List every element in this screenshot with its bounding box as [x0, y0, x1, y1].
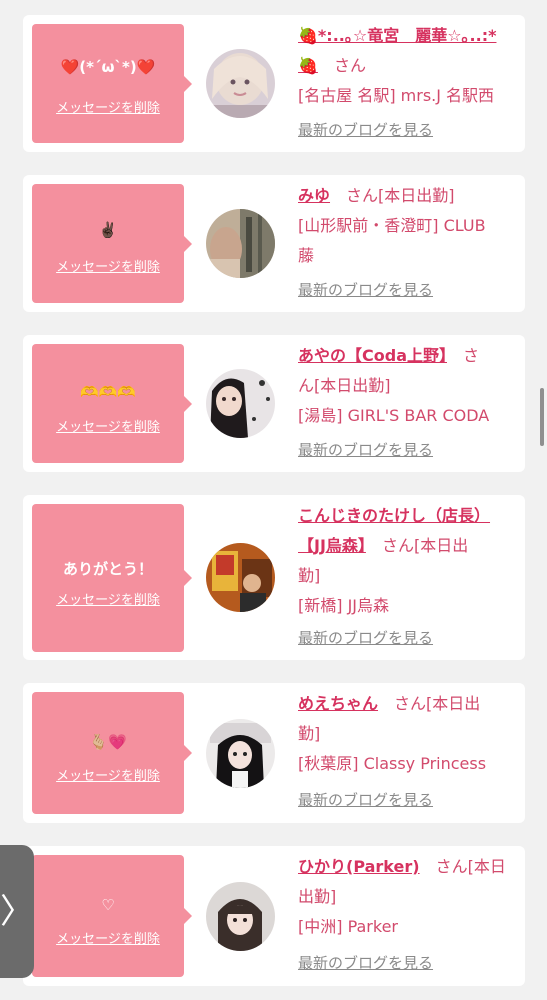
- member-name-cont[interactable]: 【JJ烏森】: [298, 536, 366, 555]
- avatar-image: [206, 719, 275, 788]
- member-info: みゆ さん[本日出勤] [山形駅前・香澄町] CLUB 藤: [298, 181, 520, 271]
- honorific: さん: [346, 186, 379, 205]
- delete-message-link[interactable]: メッセージを削除: [32, 592, 184, 610]
- shop-label: [山形駅前・香澄町] CLUB: [298, 216, 486, 235]
- member-name[interactable]: あやの【Coda上野】: [298, 346, 447, 365]
- member-name[interactable]: こんじきのたけし（店長）: [298, 506, 490, 525]
- delete-message-link[interactable]: メッセージを削除: [32, 768, 184, 786]
- shop-label: [中洲] Parker: [298, 917, 399, 936]
- attendance-status-cont: 出勤]: [298, 887, 337, 906]
- attendance-status: [本日: [467, 857, 506, 876]
- attendance-status: [本日出勤]: [314, 376, 391, 395]
- avatar[interactable]: [206, 882, 275, 951]
- latest-blog-link[interactable]: 最新のブログを見る: [298, 952, 433, 973]
- honorific: さん: [333, 56, 366, 75]
- latest-blog-link[interactable]: 最新のブログを見る: [298, 279, 433, 300]
- message-bubble: ♡ メッセージを削除: [32, 855, 192, 977]
- avatar[interactable]: [206, 719, 275, 788]
- list-item: 🫶🫶🫶 メッセージを削除 あやの【Coda上野】 さ ん[本日出勤] [湯島] …: [23, 335, 525, 472]
- delete-message-link[interactable]: メッセージを削除: [32, 259, 184, 277]
- list-item: ♡ メッセージを削除 ひかり(Parker) さん[本日 出勤] [中洲] Pa…: [23, 846, 525, 986]
- member-name[interactable]: みゆ: [298, 186, 330, 205]
- message-text: ありがとう！: [62, 560, 153, 578]
- avatar[interactable]: [206, 209, 275, 278]
- delete-message-link[interactable]: メッセージを削除: [32, 931, 184, 949]
- message-bubble: 🫶🫶🫶 メッセージを削除: [32, 344, 192, 463]
- avatar-image: [206, 49, 275, 118]
- list-item: ✌🏿 メッセージを削除 みゆ さん[本日出勤] [山形駅前・香澄町] CLUB …: [23, 175, 525, 312]
- honorific: さん: [435, 857, 468, 876]
- shop-label: [湯島] GIRL'S BAR CODA: [298, 406, 490, 425]
- attendance-status: [本日出: [413, 536, 469, 555]
- member-info: こんじきのたけし（店長） 【JJ烏森】 さん[本日出 勤] [新橋] JJ烏森: [298, 501, 520, 621]
- honorific: さん: [381, 536, 414, 555]
- member-info: めえちゃん さん[本日出 勤] [秋葉原] Classy Princess: [298, 689, 520, 779]
- member-name[interactable]: 🍓*:..｡☆竜宮 麗華☆｡..:*: [298, 26, 496, 45]
- message-bubble: 🫰🏼💗 メッセージを削除: [32, 692, 192, 814]
- latest-blog-link[interactable]: 最新のブログを見る: [298, 789, 433, 810]
- member-name-cont[interactable]: 🍓: [298, 56, 318, 75]
- message-text: ✌🏿: [98, 221, 118, 239]
- honorific-cont: ん: [298, 376, 315, 395]
- honorific: さ: [463, 346, 480, 365]
- attendance-status: [本日出: [426, 694, 481, 713]
- latest-blog-link[interactable]: 最新のブログを見る: [298, 627, 433, 648]
- avatar-image: [206, 882, 275, 951]
- member-name[interactable]: めえちゃん: [298, 694, 378, 713]
- chevron-right-icon: 〉: [0, 891, 34, 932]
- avatar-image: [206, 209, 275, 278]
- side-drawer-tab[interactable]: 〉: [0, 845, 34, 978]
- shop-label-cont: 藤: [298, 246, 315, 265]
- attendance-status-cont: 勤]: [298, 566, 321, 585]
- latest-blog-link[interactable]: 最新のブログを見る: [298, 439, 433, 460]
- message-text: ♡: [101, 896, 115, 914]
- shop-label: [名古屋 名駅] mrs.J 名駅西: [298, 86, 495, 105]
- member-name[interactable]: ひかり(Parker): [298, 857, 420, 876]
- attendance-status-cont: 勤]: [298, 724, 321, 743]
- message-text: 🫰🏼💗: [89, 733, 127, 751]
- avatar-image: [206, 369, 275, 438]
- delete-message-link[interactable]: メッセージを削除: [32, 419, 184, 437]
- list-item: ❤️(*´ω`*)❤️ メッセージを削除 🍓*:..｡☆竜宮 麗華☆｡..:* …: [23, 15, 525, 152]
- avatar[interactable]: [206, 369, 275, 438]
- latest-blog-link[interactable]: 最新のブログを見る: [298, 119, 433, 140]
- delete-message-link[interactable]: メッセージを削除: [32, 100, 184, 118]
- avatar[interactable]: [206, 543, 275, 612]
- shop-label: [秋葉原] Classy Princess: [298, 754, 487, 773]
- message-bubble: ✌🏿 メッセージを削除: [32, 184, 192, 303]
- member-info: 🍓*:..｡☆竜宮 麗華☆｡..:* 🍓 さん [名古屋 名駅] mrs.J 名…: [298, 21, 520, 111]
- list-item: 🫰🏼💗 メッセージを削除 めえちゃん さん[本日出 勤] [秋葉原] Class…: [23, 683, 525, 823]
- member-info: ひかり(Parker) さん[本日 出勤] [中洲] Parker: [298, 852, 520, 942]
- member-info: あやの【Coda上野】 さ ん[本日出勤] [湯島] GIRL'S BAR CO…: [298, 341, 520, 431]
- message-text: 🫶🫶🫶: [79, 383, 137, 401]
- list-item: ありがとう！ メッセージを削除 こんじきのたけし（店長） 【JJ烏森】 さん[本…: [23, 495, 525, 660]
- shop-label: [新橋] JJ烏森: [298, 596, 390, 615]
- message-bubble: ありがとう！ メッセージを削除: [32, 504, 192, 652]
- message-bubble: ❤️(*´ω`*)❤️ メッセージを削除: [32, 24, 192, 143]
- message-text: ❤️(*´ω`*)❤️: [60, 58, 156, 76]
- scrollbar[interactable]: [540, 388, 544, 446]
- attendance-status: [本日出勤]: [378, 186, 455, 205]
- message-list: ❤️(*´ω`*)❤️ メッセージを削除 🍓*:..｡☆竜宮 麗華☆｡..:* …: [0, 0, 547, 1000]
- avatar-image: [206, 543, 275, 612]
- honorific: さん: [394, 694, 427, 713]
- avatar[interactable]: [206, 49, 275, 118]
